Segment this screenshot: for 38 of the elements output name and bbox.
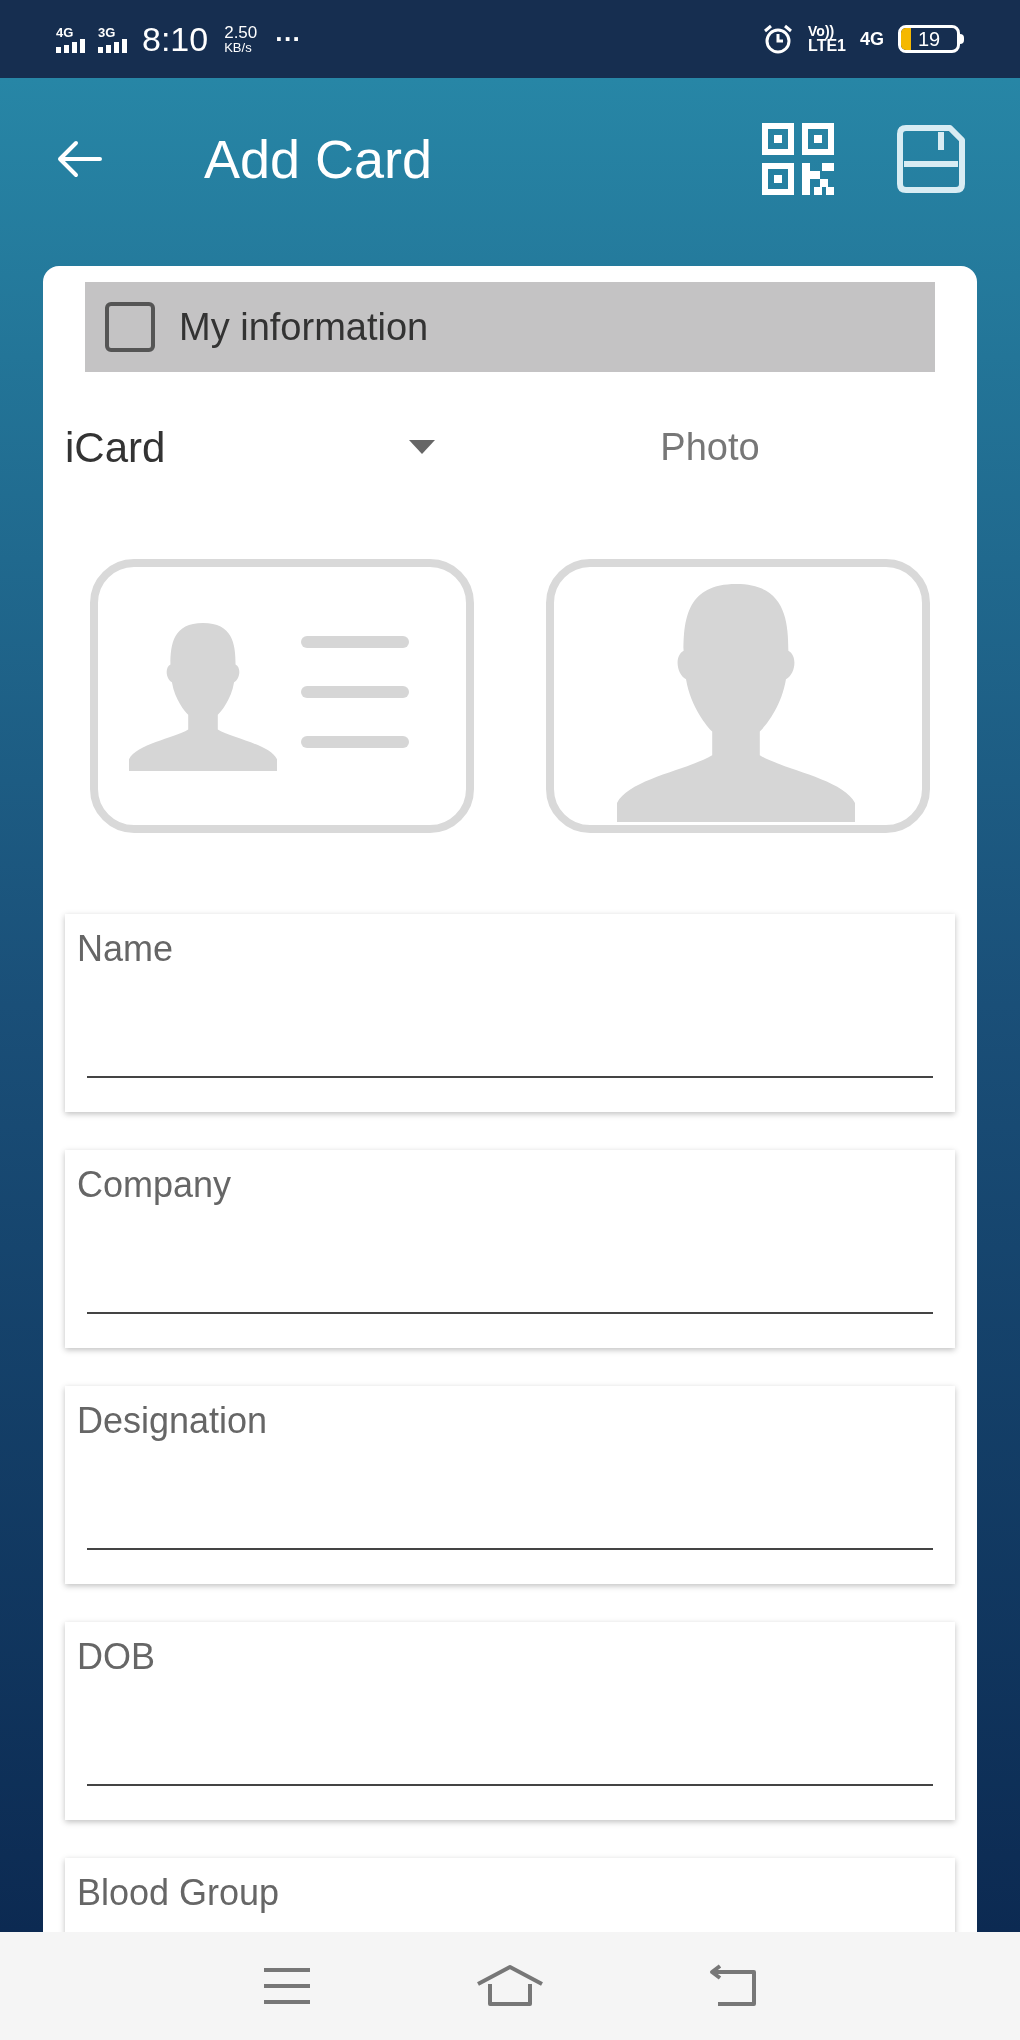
checkbox-label: My information: [179, 304, 429, 350]
qr-code-icon: [762, 123, 834, 195]
dropdown-caret-icon: [409, 440, 435, 454]
battery-level: 19: [917, 29, 941, 49]
back-icon[interactable]: [708, 1964, 758, 2008]
my-information-row[interactable]: My information: [85, 282, 935, 372]
network-label: 4G: [56, 25, 74, 39]
card-type-dropdown[interactable]: iCard: [65, 415, 465, 479]
text-field[interactable]: Name: [65, 914, 955, 1112]
speed-unit: KB/s: [224, 41, 253, 54]
volte-label: Vo)): [808, 24, 835, 38]
back-arrow-icon: [56, 139, 102, 179]
page-title: Add Card: [204, 127, 433, 191]
more-indicator: ···: [275, 22, 302, 56]
alarm-icon: [762, 23, 795, 55]
qr-code-button[interactable]: [762, 123, 834, 195]
lte-label: LTE1: [808, 38, 846, 54]
save-button[interactable]: [896, 124, 966, 194]
text-field[interactable]: Company: [65, 1150, 955, 1348]
network-label: 3G: [98, 25, 116, 39]
clock: 8:10: [142, 18, 209, 60]
checkbox[interactable]: [105, 302, 155, 352]
photo-label: Photo: [660, 424, 760, 470]
battery-charge-fill: [901, 28, 911, 50]
field-input[interactable]: Company: [77, 1158, 943, 1212]
signal-icon: [98, 38, 128, 53]
text-field[interactable]: Blood Group: [65, 1858, 955, 1932]
text-field[interactable]: DOB: [65, 1622, 955, 1820]
home-icon[interactable]: [476, 1964, 544, 2008]
field-input[interactable]: Name: [77, 922, 943, 976]
field-input[interactable]: Blood Group: [77, 1866, 943, 1920]
signal-icon: [56, 38, 86, 53]
menu-icon[interactable]: [262, 1966, 312, 2006]
speed-value: 2.50: [224, 24, 258, 41]
field-input[interactable]: DOB: [77, 1630, 943, 1684]
text-field[interactable]: Designation: [65, 1386, 955, 1584]
network-label: 4G: [860, 27, 884, 51]
field-input[interactable]: Designation: [77, 1394, 943, 1448]
